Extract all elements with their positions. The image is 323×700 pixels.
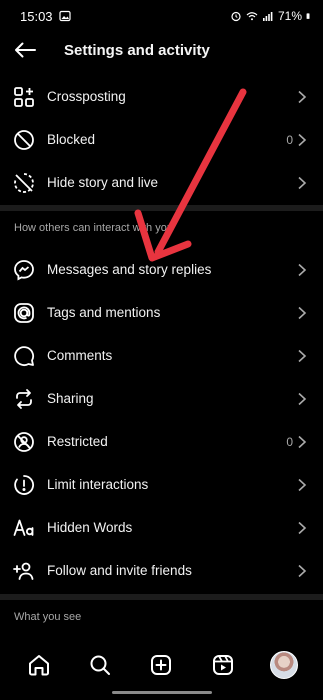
settings-row-hide-story[interactable]: Hide story and live [0, 161, 323, 204]
status-bar: 15:03 71% [0, 0, 323, 32]
home-indicator[interactable] [111, 691, 212, 694]
restricted-icon [13, 431, 35, 453]
page-title: Settings and activity [64, 41, 210, 59]
row-label: Blocked [47, 132, 96, 147]
settings-screen: 15:03 71% Settings and activity Crosspos… [0, 0, 323, 700]
settings-row-sharing[interactable]: Sharing [0, 377, 323, 420]
row-label: Crossposting [47, 89, 126, 104]
chevron-right-icon [298, 392, 307, 405]
row-label: Comments [47, 348, 113, 363]
at-icon [13, 302, 35, 324]
reels-icon [212, 655, 233, 675]
settings-row-crossposting[interactable]: Crossposting [0, 75, 323, 118]
settings-row-limit[interactable]: Limit interactions [0, 463, 323, 506]
section-divider [0, 205, 323, 211]
row-label: Sharing [47, 391, 94, 406]
row-count: 0 [286, 132, 293, 147]
settings-row-blocked[interactable]: Blocked 0 [0, 118, 323, 161]
signal-icon [262, 12, 273, 21]
share-repost-icon [13, 388, 35, 410]
limit-icon [13, 474, 35, 496]
wifi-icon [246, 12, 258, 21]
row-label: Tags and mentions [47, 305, 161, 320]
settings-row-restricted[interactable]: Restricted 0 [0, 420, 323, 463]
row-count: 0 [286, 434, 293, 449]
battery-icon [306, 13, 310, 19]
nav-create[interactable] [141, 645, 181, 685]
status-time: 15:03 [20, 8, 53, 24]
nav-search[interactable] [80, 645, 120, 685]
header: Settings and activity [0, 32, 323, 68]
row-label: Messages and story replies [47, 262, 212, 277]
row-label: Limit interactions [47, 477, 149, 492]
row-label: Hidden Words [47, 520, 133, 535]
chevron-right-icon [298, 564, 307, 577]
blocked-icon [13, 129, 35, 151]
chevron-right-icon [298, 176, 307, 189]
settings-row-follow-invite[interactable]: Follow and invite friends [0, 549, 323, 592]
add-person-icon [13, 560, 35, 582]
nav-home[interactable] [19, 645, 59, 685]
settings-row-tags[interactable]: Tags and mentions [0, 291, 323, 334]
chevron-right-icon [298, 521, 307, 534]
comment-icon [13, 345, 35, 367]
back-button[interactable] [0, 32, 50, 68]
chevron-right-icon [298, 349, 307, 362]
bottom-nav [0, 640, 323, 690]
settings-row-messages[interactable]: Messages and story replies [0, 248, 323, 291]
row-label: Restricted [47, 434, 108, 449]
home-icon [28, 655, 49, 676]
create-icon [151, 655, 172, 675]
messenger-icon [13, 259, 35, 281]
profile-avatar [270, 651, 299, 679]
search-icon [90, 655, 111, 675]
hide-story-icon [13, 172, 35, 194]
section-header-what-you-see: What you see [14, 611, 82, 623]
chevron-right-icon [298, 306, 307, 319]
alarm-icon [231, 11, 241, 22]
section-divider [0, 594, 323, 600]
nav-reels[interactable] [203, 645, 243, 685]
text-aa-icon [13, 517, 35, 539]
row-label: Follow and invite friends [47, 563, 192, 578]
chevron-right-icon [298, 478, 307, 491]
chevron-right-icon [298, 263, 307, 276]
chevron-right-icon [298, 435, 307, 448]
gallery-notification-icon [58, 10, 71, 22]
back-arrow-icon [15, 42, 36, 58]
row-label: Hide story and live [47, 175, 159, 190]
chevron-right-icon [298, 90, 307, 103]
settings-row-hidden-words[interactable]: Hidden Words [0, 506, 323, 549]
chevron-right-icon [298, 133, 307, 146]
battery-level: 71% [277, 9, 302, 23]
section-header-interact: How others can interact with you [14, 222, 173, 234]
settings-row-comments[interactable]: Comments [0, 334, 323, 377]
nav-profile[interactable] [264, 645, 304, 685]
crossposting-icon [13, 86, 35, 108]
